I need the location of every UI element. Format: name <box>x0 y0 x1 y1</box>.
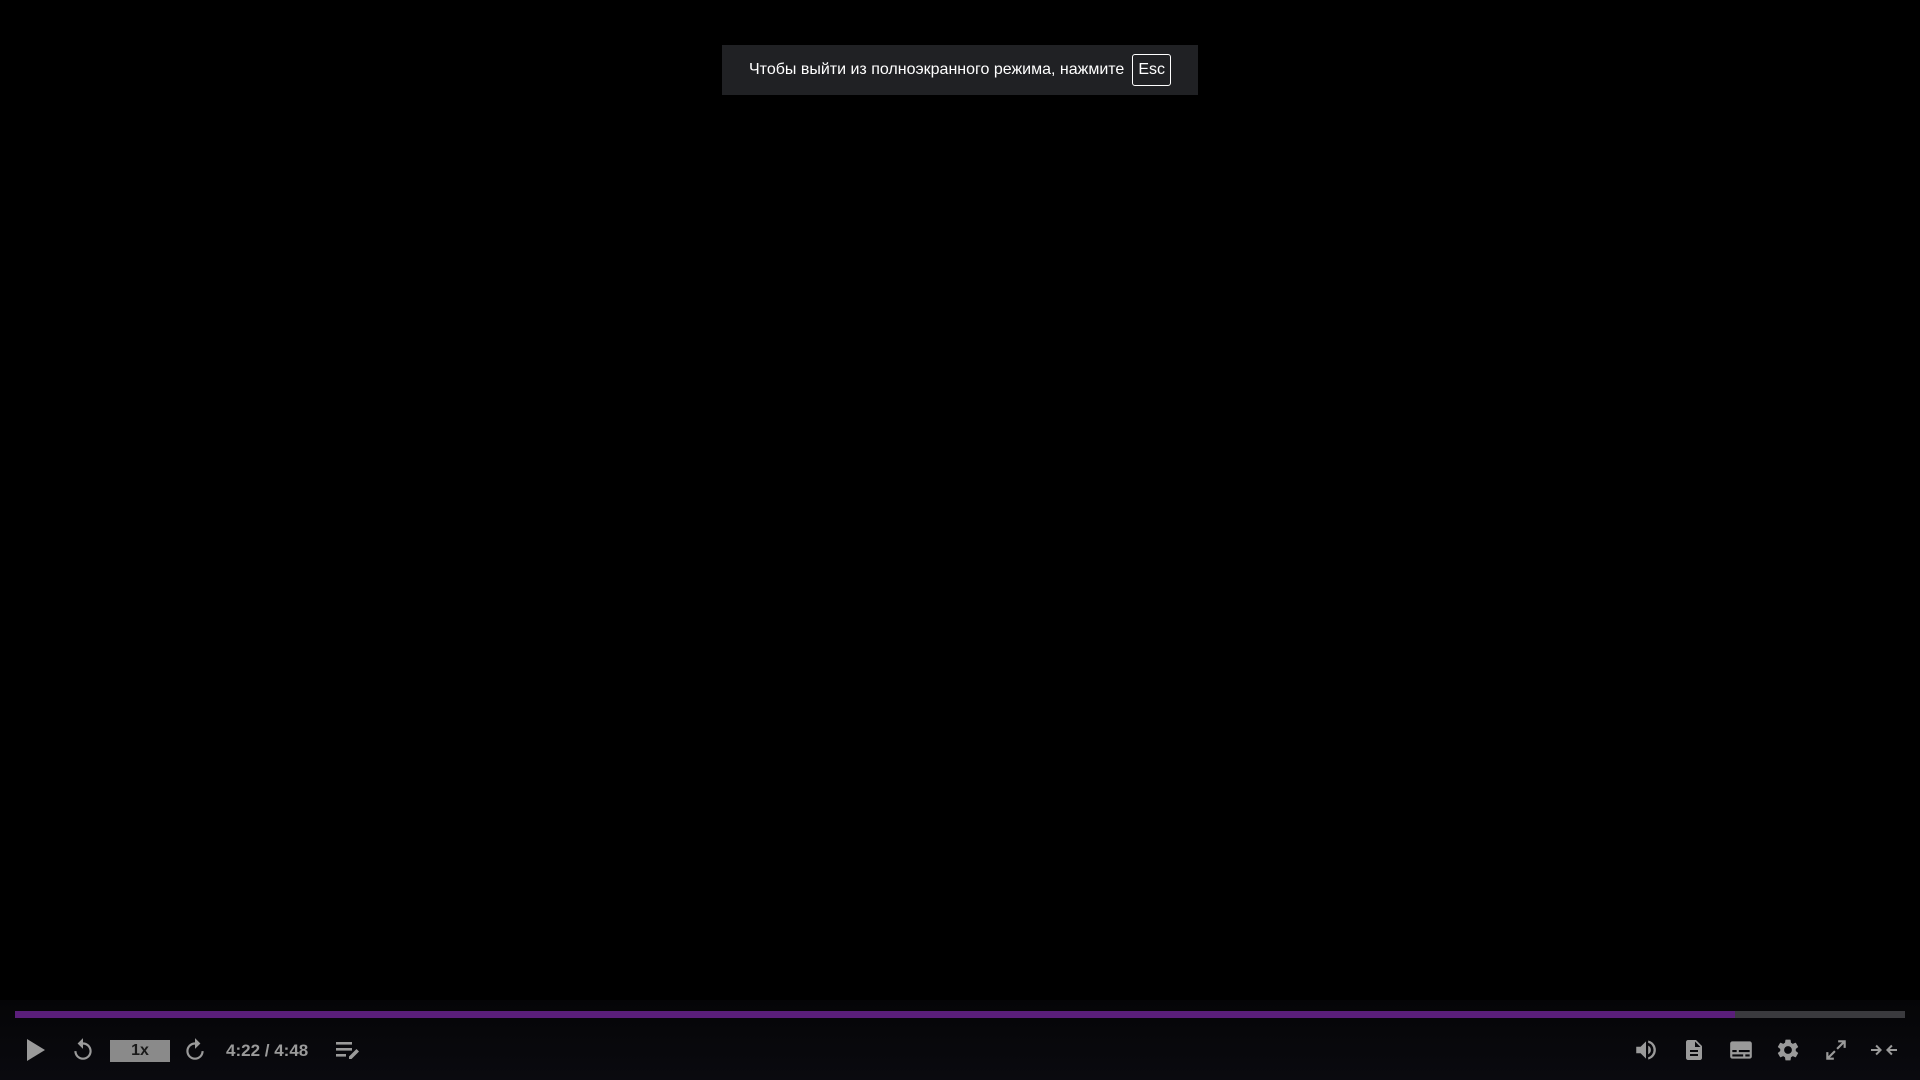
video-area[interactable] <box>0 0 1920 1000</box>
esc-key-badge: Esc <box>1132 54 1171 86</box>
control-row: 1x 4:22 / 4:48 <box>0 1030 1920 1070</box>
volume-button[interactable] <box>1628 1030 1664 1070</box>
fullscreen-notice-text: Чтобы выйти из полноэкранного режима, на… <box>749 61 1125 78</box>
progress-bar[interactable] <box>15 1011 1905 1018</box>
time-separator: / <box>260 1041 275 1060</box>
video-player: Чтобы выйти из полноэкранного режима, на… <box>0 0 1920 1080</box>
playback-speed-button[interactable]: 1x <box>110 1040 170 1062</box>
forward-icon <box>186 1038 204 1060</box>
duration: 4:48 <box>274 1041 309 1060</box>
play-button[interactable] <box>17 1030 53 1070</box>
gear-icon <box>1777 1039 1799 1061</box>
notes-button[interactable] <box>330 1030 366 1070</box>
expand-icon <box>1826 1040 1846 1060</box>
subtitles-icon <box>1730 1041 1752 1059</box>
fullscreen-button[interactable] <box>1818 1030 1854 1070</box>
document-icon <box>1686 1040 1702 1060</box>
subtitles-button[interactable] <box>1723 1030 1759 1070</box>
volume-icon <box>1636 1040 1656 1060</box>
current-time: 4:22 <box>226 1041 261 1060</box>
progress-bar-fill <box>15 1011 1735 1018</box>
time-display: 4:22 / 4:48 <box>226 1040 308 1062</box>
replay-icon <box>74 1038 92 1060</box>
forward-button[interactable] <box>177 1030 213 1070</box>
play-icon <box>27 1039 45 1061</box>
transcript-button[interactable] <box>1676 1030 1712 1070</box>
edit-notes-icon <box>336 1042 359 1059</box>
settings-button[interactable] <box>1770 1030 1806 1070</box>
fullscreen-exit-notice: Чтобы выйти из полноэкранного режима, на… <box>722 45 1198 95</box>
exit-button[interactable] <box>1866 1030 1902 1070</box>
collapse-icon <box>1871 1044 1897 1056</box>
rewind-button[interactable] <box>65 1030 101 1070</box>
